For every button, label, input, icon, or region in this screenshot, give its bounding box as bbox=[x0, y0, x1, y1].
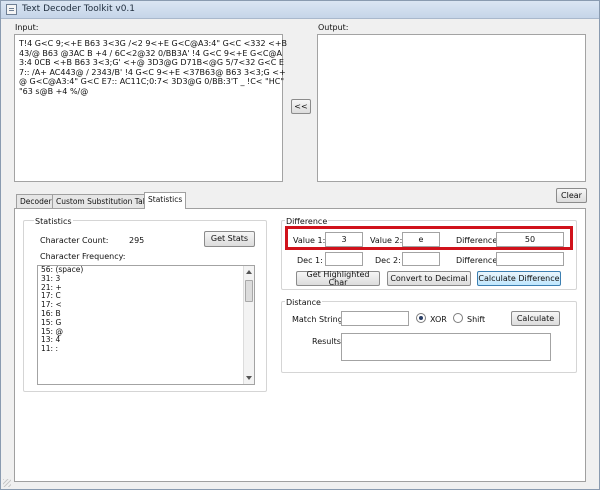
convert-to-decimal-button[interactable]: Convert to Decimal bbox=[387, 271, 471, 286]
list-scrollbar[interactable] bbox=[243, 266, 254, 384]
scroll-down-icon[interactable] bbox=[246, 376, 252, 380]
highlight-annotation-box bbox=[285, 226, 573, 250]
difference-group-label: Difference bbox=[285, 217, 329, 226]
tab-custom-substitution-table[interactable]: Custom Substitution Table bbox=[52, 194, 159, 208]
list-item[interactable]: 15: G bbox=[38, 318, 254, 328]
dec2-field[interactable] bbox=[402, 252, 440, 266]
input-text: T!4 G<C 9;<+E B63 3<3G /<2 9<+E G<C@A3:4… bbox=[19, 39, 290, 96]
title-bar: Text Decoder Toolkit v0.1 bbox=[1, 1, 599, 19]
match-string-label: Match String: bbox=[292, 315, 346, 324]
character-count-label: Character Count: bbox=[40, 236, 109, 245]
xor-radio[interactable] bbox=[416, 313, 426, 323]
list-item[interactable]: 31: 3 bbox=[38, 274, 254, 284]
list-item[interactable]: 17: < bbox=[38, 300, 254, 310]
results-field[interactable] bbox=[341, 333, 551, 361]
list-item[interactable]: 56: (space) bbox=[38, 266, 254, 275]
statistics-group-label: Statistics bbox=[34, 217, 73, 226]
resize-grip-icon[interactable] bbox=[3, 479, 11, 487]
get-highlighted-char-button[interactable]: Get Highlighted Char bbox=[296, 270, 380, 286]
main-window: Text Decoder Toolkit v0.1 Input: T!4 G<C… bbox=[0, 0, 600, 490]
character-count-value: 295 bbox=[129, 236, 145, 245]
decimal-difference-field[interactable] bbox=[496, 252, 564, 266]
get-stats-button[interactable]: Get Stats bbox=[204, 231, 255, 247]
list-item[interactable]: 13: 4 bbox=[38, 336, 254, 345]
list-item[interactable]: 11: : bbox=[38, 344, 254, 354]
calculate-button[interactable]: Calculate bbox=[511, 311, 560, 326]
list-item[interactable]: 17: C bbox=[38, 292, 254, 301]
tab-decoder[interactable]: Decoder bbox=[16, 194, 56, 208]
xor-label: XOR bbox=[430, 315, 447, 324]
shift-label: Shift bbox=[467, 315, 486, 324]
results-label: Results: bbox=[312, 337, 344, 346]
list-item[interactable]: 21: + bbox=[38, 283, 254, 293]
scroll-thumb[interactable] bbox=[245, 280, 253, 302]
app-icon bbox=[6, 4, 17, 15]
decimal-difference-label: Difference: bbox=[456, 256, 500, 265]
match-string-input[interactable] bbox=[341, 311, 409, 326]
output-label: Output: bbox=[318, 23, 349, 32]
calculate-difference-button[interactable]: Calculate Difference bbox=[477, 271, 561, 286]
clear-button[interactable]: Clear bbox=[556, 188, 587, 203]
dec1-label: Dec 1: bbox=[297, 256, 323, 265]
list-item[interactable]: 15: @ bbox=[38, 327, 254, 337]
character-frequency-list[interactable]: 56: (space) 31: 3 21: + 17: C 17: < 16: … bbox=[37, 265, 255, 385]
input-label: Input: bbox=[15, 23, 39, 32]
tab-statistics[interactable]: Statistics bbox=[144, 192, 187, 209]
input-textarea[interactable]: T!4 G<C 9;<+E B63 3<3G /<2 9<+E G<C@A3:4… bbox=[14, 34, 287, 182]
dec2-label: Dec 2: bbox=[375, 256, 401, 265]
scroll-up-icon[interactable] bbox=[246, 270, 252, 274]
dec1-field[interactable] bbox=[325, 252, 363, 266]
list-item[interactable]: 16: B bbox=[38, 309, 254, 319]
output-textarea[interactable] bbox=[317, 34, 586, 182]
copy-output-to-input-button[interactable]: << bbox=[291, 99, 311, 114]
window-title: Text Decoder Toolkit v0.1 bbox=[22, 4, 136, 14]
shift-radio[interactable] bbox=[453, 313, 463, 323]
distance-group-label: Distance bbox=[285, 298, 322, 307]
character-frequency-label: Character Frequency: bbox=[40, 252, 126, 261]
